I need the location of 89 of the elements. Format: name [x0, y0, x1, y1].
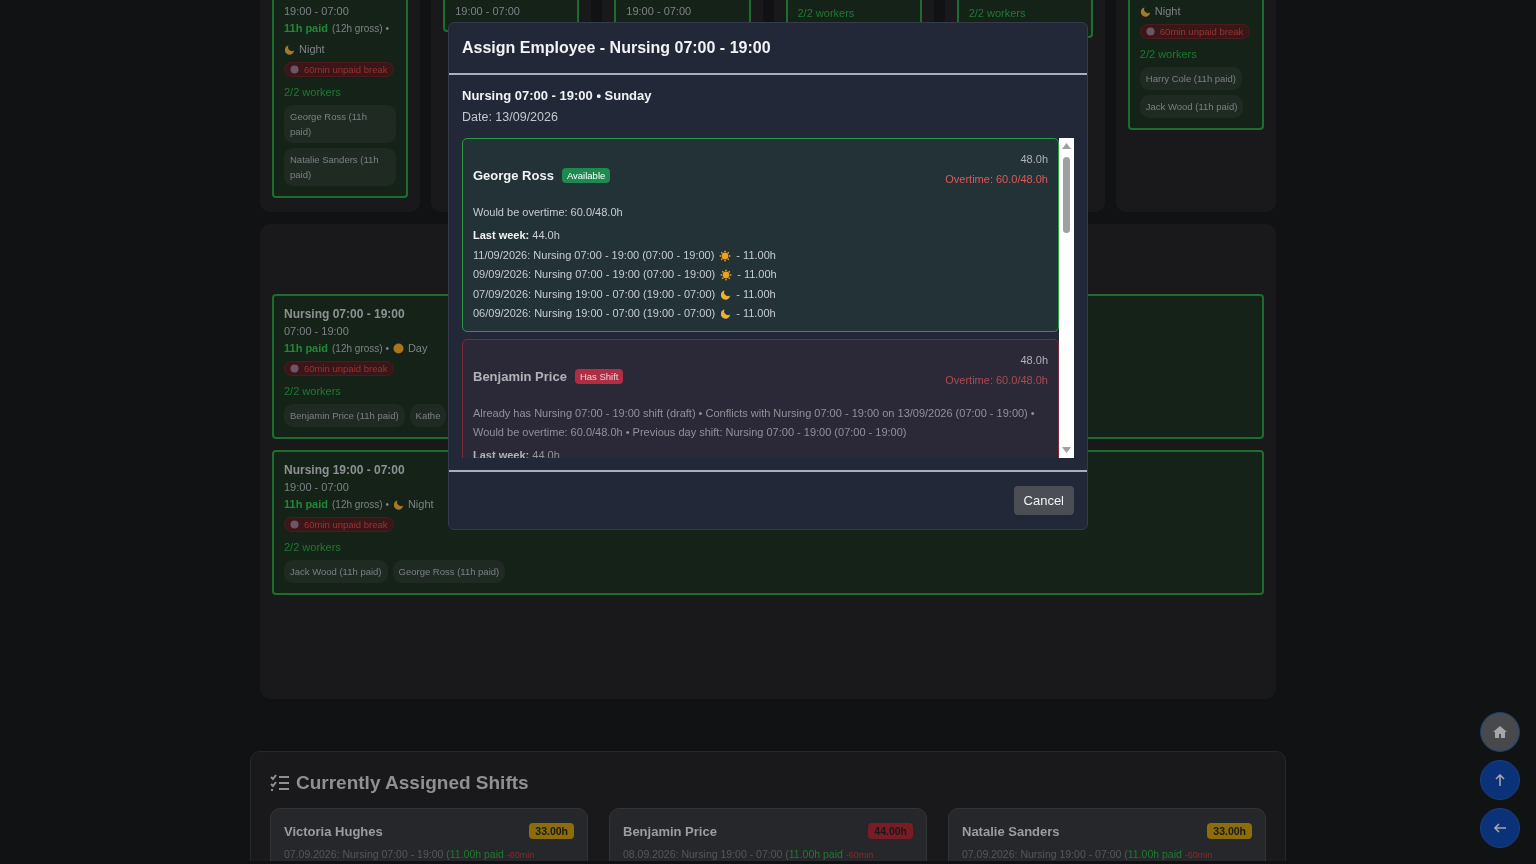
- cup-icon: [1145, 27, 1155, 36]
- break-minutes: -60min: [506, 850, 535, 860]
- workers-count: 2/2 workers: [284, 85, 341, 100]
- status-badge: Available: [561, 167, 611, 183]
- overtime-text: Overtime: 60.0/48.0h: [945, 172, 1048, 187]
- break-label: 60min unpaid break: [304, 64, 388, 75]
- employee-notes: Already has Nursing 07:00 - 19:00 shift (draft) • Conflicts with Nursing 07:00 - 19:00 on 13/09/2026 (07:00 - 19:00) • Would be overtime: 60.0/48.0h • Previous day shift: Nursing 07:00 - 19:00 (07:00 - 19:00): [473, 406, 1036, 441]
- shift-period: Night: [1154, 4, 1181, 19]
- home-button[interactable]: [1480, 712, 1520, 752]
- workers-count: 2/2 workers: [284, 540, 341, 555]
- sun-icon: [720, 268, 733, 281]
- shift-time: 19:00 - 07:00: [626, 4, 692, 19]
- worker-chip[interactable]: George Ross (11h paid): [284, 105, 397, 143]
- break-label: 60min unpaid break: [304, 519, 388, 530]
- shift-date: Date: 13/09/2026: [462, 110, 559, 124]
- history-entry: 06/09/2026: Nursing 19:00 - 07:00 (19:00 - 07:00): [473, 305, 716, 321]
- moon-icon: [284, 44, 295, 55]
- left-arrow-icon: [1494, 823, 1506, 833]
- history-entry: 09/09/2026: Nursing 07:00 - 19:00 (07:00 - 19:00): [473, 267, 716, 283]
- moon-icon: [1139, 6, 1151, 17]
- employee-name: Natalie Sanders: [962, 823, 1060, 839]
- shift-time: 19:00 - 07:00: [284, 4, 349, 19]
- moon-icon: [720, 308, 732, 320]
- shift-time: 07:00 - 19:00: [284, 324, 349, 339]
- worker-chip[interactable]: Jack Wood (11h paid): [284, 560, 388, 583]
- worker-chip[interactable]: Harry Cole (11h paid): [1139, 67, 1242, 90]
- workers-count: 2/2 workers: [968, 6, 1026, 21]
- break-label: 60min unpaid break: [1159, 26, 1244, 37]
- workers-count: 2/2 workers: [1139, 47, 1197, 62]
- workers-count: 2/2 workers: [797, 6, 855, 21]
- checklist-icon: [270, 774, 290, 792]
- back-button[interactable]: [1480, 808, 1520, 848]
- workers-count: 2/2 workers: [284, 384, 341, 399]
- shift-period: Night: [299, 42, 325, 57]
- scheduled-hours: 48.0h: [1019, 353, 1048, 369]
- employee-name: Victoria Hughes: [284, 823, 383, 839]
- overtime-text: Overtime: 60.0/48.0h: [945, 373, 1048, 389]
- section-title: Currently Assigned Shifts: [296, 772, 529, 794]
- worker-chip[interactable]: Natalie Sanders (11h paid): [284, 148, 397, 186]
- break-minutes: -60min: [845, 850, 874, 860]
- worker-chip[interactable]: George Ross (11h paid): [392, 560, 506, 583]
- cup-icon: [290, 65, 299, 74]
- home-icon: [1493, 726, 1507, 738]
- shift-subtitle: Nursing 07:00 - 19:00 • Sunday: [462, 88, 653, 103]
- gross-hours: (12h gross) •: [332, 22, 389, 36]
- history-entry: 11/09/2026: Nursing 07:00 - 19:00 (07:00 - 19:00): [473, 248, 715, 263]
- history-entry: 07/09/2026: Nursing 19:00 - 07:00 (19:00 - 07:00): [473, 286, 716, 302]
- break-minutes: -60min: [1184, 850, 1213, 860]
- cup-icon: [290, 520, 299, 529]
- gross-hours: (12h gross) •: [332, 498, 389, 512]
- hours-badge: 33.00h: [529, 823, 574, 839]
- employee-notes: Would be overtime: 60.0/48.0h: [473, 205, 624, 220]
- history-hours: - 11.00h: [736, 248, 776, 263]
- employee-name: Benjamin Price: [623, 823, 717, 839]
- hours-badge: 33.00h: [1207, 823, 1252, 839]
- moon-icon: [392, 499, 404, 510]
- worker-chip[interactable]: Benjamin Price (11h paid): [284, 404, 405, 427]
- employee-card[interactable]: [462, 339, 1059, 458]
- shift-period: Day: [407, 341, 428, 356]
- scroll-top-button[interactable]: [1480, 760, 1520, 800]
- shift-time: 19:00 - 07:00: [284, 480, 349, 495]
- worker-chip[interactable]: Kathe: [409, 404, 447, 427]
- employee-name: Benjamin Price: [473, 368, 567, 384]
- worker-chip[interactable]: Jack Wood (11h paid): [1139, 95, 1244, 118]
- last-week-text: Last week: 44.0h: [473, 229, 561, 241]
- cup-icon: [290, 364, 299, 373]
- shift-time: 19:00 - 07:00: [455, 4, 520, 19]
- history-hours: - 11.00h: [736, 286, 776, 302]
- cancel-button[interactable]: Cancel: [1013, 486, 1074, 515]
- paid-hours: 11h paid: [284, 497, 329, 512]
- paid-hours: 11h paid: [284, 341, 329, 356]
- modal-title: Assign Employee - Nursing 07:00 - 19:00: [462, 39, 772, 57]
- shift-period: Night: [407, 497, 434, 512]
- history-hours: - 11.00h: [737, 267, 777, 283]
- paid-hours: 11h paid: [284, 21, 329, 36]
- status-badge: Has Shift: [574, 368, 624, 384]
- break-label: 60min unpaid break: [304, 363, 388, 374]
- history-hours: - 11.00h: [736, 305, 776, 321]
- up-arrow-icon: [1495, 774, 1505, 786]
- gross-hours: (12h gross) •: [332, 342, 389, 356]
- sun-icon: [719, 249, 732, 262]
- employee-card[interactable]: [462, 138, 1059, 333]
- shift-title: Nursing 19:00 - 07:00: [284, 462, 405, 479]
- sun-icon: [392, 343, 404, 354]
- shift-title: Nursing 07:00 - 19:00: [284, 306, 405, 323]
- hours-badge: 44.00h: [868, 823, 913, 839]
- moon-icon: [720, 288, 732, 300]
- employee-name: George Ross: [473, 167, 554, 183]
- scheduled-hours: 48.0h: [1019, 152, 1048, 167]
